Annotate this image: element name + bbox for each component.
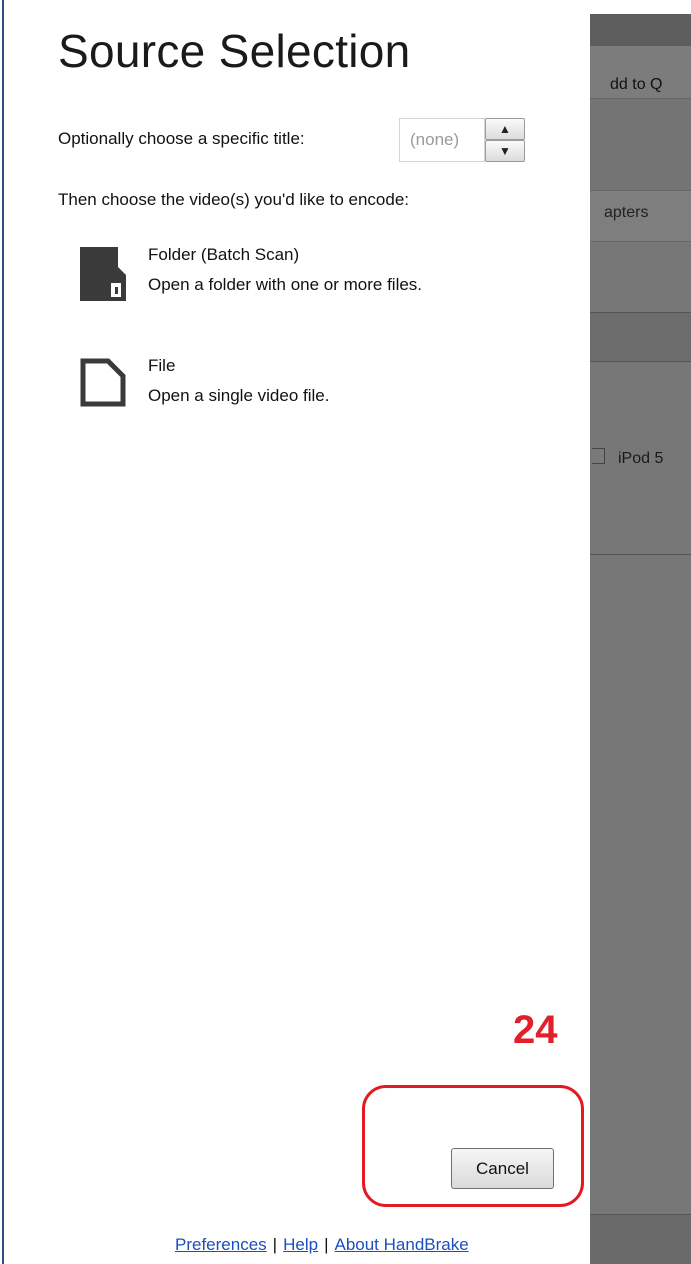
file-icon [78,356,128,414]
window-edge [0,0,8,1264]
cancel-button[interactable]: Cancel [451,1148,554,1189]
about-handbrake-link[interactable]: About HandBrake [334,1235,468,1254]
footer-separator: | [272,1235,278,1254]
background-app: dd to Q apters iPod 5 [590,0,691,1264]
background-checkbox [592,448,605,464]
footer-separator: | [324,1235,329,1254]
help-link[interactable]: Help [283,1235,318,1254]
preferences-link[interactable]: Preferences [175,1235,267,1254]
background-chapters-tab-text: apters [604,204,649,221]
folder-icon [78,245,128,303]
background-statusbar [590,1214,691,1264]
file-option-label: File [148,356,176,375]
background-titlebar [590,14,691,46]
choose-video-prompt: Then choose the video(s) you'd like to e… [58,190,410,209]
panel-title: Source Selection [58,25,411,77]
spinner-up-button[interactable]: ▲ [485,118,525,140]
title-spinner[interactable]: (none) ▲ ▼ [399,118,525,162]
spinner-down-button[interactable]: ▼ [485,140,525,162]
background-ipod-text: iPod 5 [618,450,664,467]
file-option-description: Open a single video file. [148,386,330,405]
footer-links: Preferences | Help | About HandBrake [175,1235,469,1255]
title-picker-label: Optionally choose a specific title: [58,129,305,148]
annotation-number: 24 [513,1008,558,1052]
title-spinner-value[interactable]: (none) [399,118,485,162]
folder-option-label: Folder (Batch Scan) [148,245,300,264]
background-add-to-queue-text: dd to Q [610,76,663,93]
folder-option-description: Open a folder with one or more files. [148,275,423,294]
arrow-down-icon: ▼ [499,144,511,158]
arrow-up-icon: ▲ [499,122,511,136]
